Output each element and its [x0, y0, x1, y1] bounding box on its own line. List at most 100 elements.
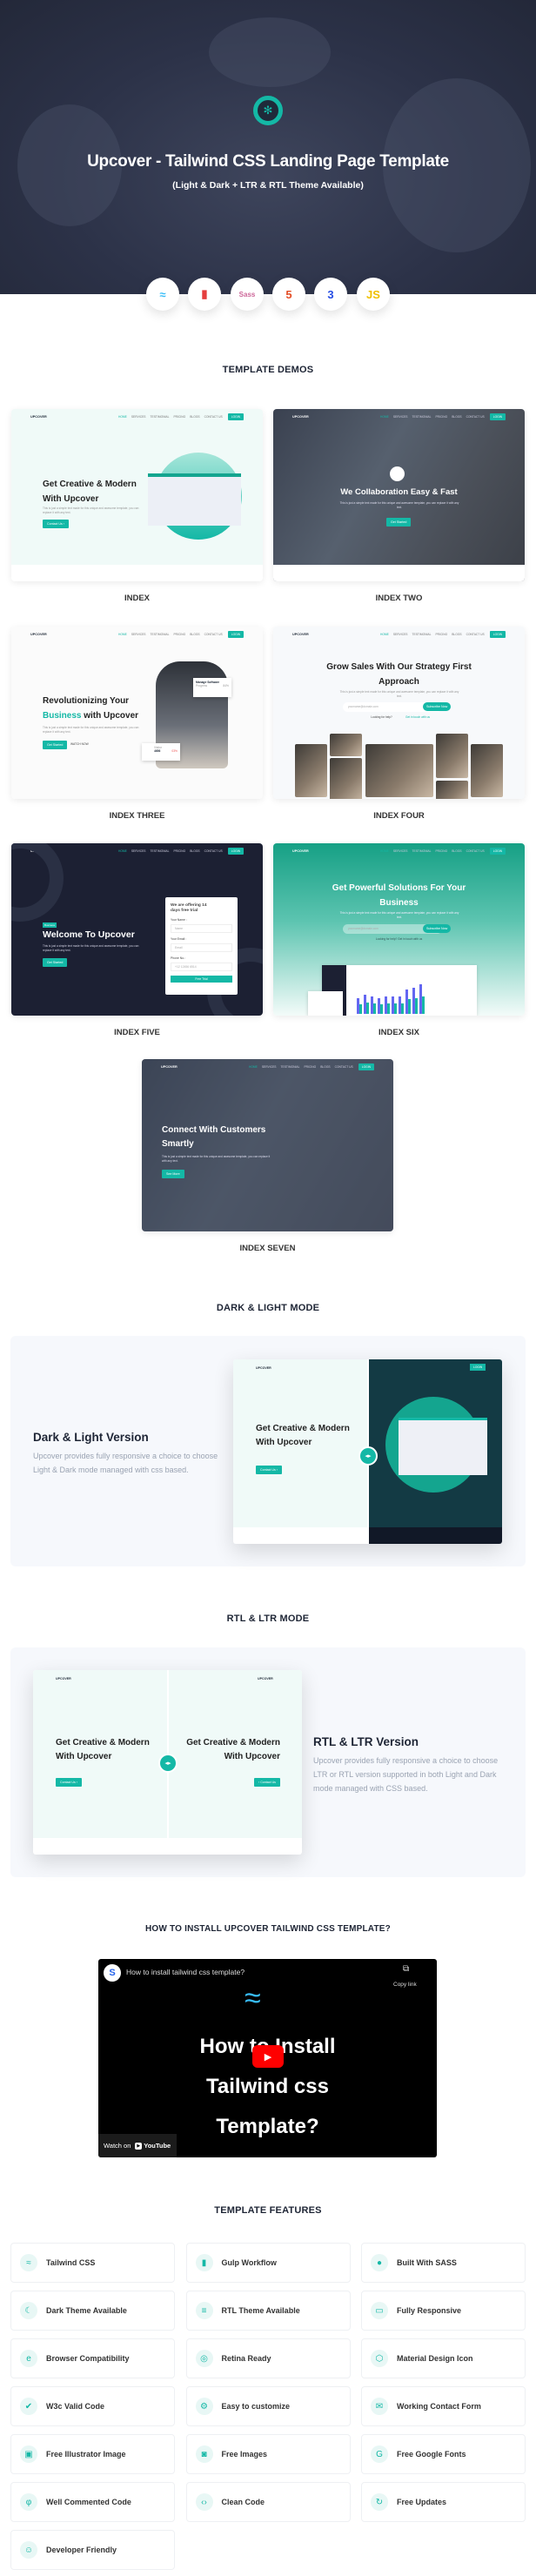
watch-on-label: Watch on: [104, 2142, 131, 2150]
css3-icon: 3: [314, 278, 347, 311]
mock-bar: [415, 998, 418, 1014]
rtl-ltr-preview: UPCOVER UPCOVER Get Creative & Modern Wi…: [33, 1670, 302, 1855]
image-file-icon: ▣: [20, 2445, 37, 2463]
form-input[interactable]: Email: [171, 943, 232, 953]
video-title[interactable]: How to install tailwind css template?: [126, 1968, 245, 1976]
card-pct: 84%: [223, 684, 229, 688]
mock-bar: [366, 1002, 369, 1014]
feature-label: Free Google Fonts: [397, 2450, 466, 2459]
mock-brand: UPCOVER: [30, 415, 47, 419]
mock-cta-button: Get Started: [386, 518, 412, 527]
mock-heading: Get Creative & Modern With Upcover: [256, 1424, 350, 1447]
gear-icon: ⚙: [195, 2398, 213, 2415]
heading-accent: Business: [43, 711, 82, 721]
rtl-ltr-title: RTL & LTR Version: [313, 1735, 419, 1748]
feature-label: Easy to customize: [221, 2402, 291, 2411]
demo-label[interactable]: INDEX FOUR: [273, 811, 525, 821]
mock-bar: [359, 1004, 362, 1014]
mock-nav-item: HOME: [117, 849, 127, 853]
watch-on-youtube-button[interactable]: Watch on ▶ YouTube: [98, 2134, 177, 2157]
demo-label[interactable]: INDEX FIVE: [11, 1028, 263, 1037]
dark-footer: [368, 1527, 502, 1544]
demo-label[interactable]: INDEX THREE: [11, 811, 263, 821]
compare-slider-handle[interactable]: ◂▸: [158, 1754, 178, 1773]
card-footer-strip: [273, 565, 525, 581]
demo-label[interactable]: INDEX SIX: [273, 1028, 525, 1037]
demo-card-1[interactable]: UPCOVER HOME SERVICES TESTIMONIAL PRICING BLO…: [11, 409, 263, 581]
mock-nav-item: SERVICES: [392, 849, 408, 853]
mock-nav: UPCOVER HOME SERVICES TESTIMONIAL PRICING BLO…: [11, 627, 263, 642]
mock-bar: [422, 996, 425, 1014]
mock-photo: [471, 744, 503, 797]
mock-nav-item: CONTACT US: [466, 415, 485, 419]
demo-card-5[interactable]: UPCOVER HOME SERVICES TESTIMONIAL PRICING BLO…: [11, 843, 263, 1016]
copy-icon[interactable]: ⧉: [403, 1964, 409, 1974]
form-label: Phone No.:: [171, 956, 185, 961]
eye-icon: ◎: [195, 2350, 213, 2367]
mock-heading: We Collaboration Easy & Fast: [340, 487, 458, 497]
copy-link-label[interactable]: Copy link: [393, 1982, 417, 1988]
mock-nav-item: SERVICES: [131, 849, 146, 853]
mock-nav-item: CONTACT US: [204, 415, 223, 419]
mock-nav-item: HOME: [117, 633, 127, 636]
mock-bar: [373, 1003, 376, 1014]
dark-light-description: Upcover provides fully responsive a choi…: [33, 1452, 218, 1474]
compare-slider-handle[interactable]: ◂▸: [358, 1446, 378, 1466]
form-title: We are offering 14 days free trial: [171, 903, 207, 914]
mock-nav-item: SERVICES: [131, 633, 146, 636]
form-label: Your Email :: [171, 937, 187, 942]
free-trial-button[interactable]: Free Trial: [171, 976, 232, 983]
mock-map-card: [308, 991, 343, 1016]
form-input[interactable]: +12 12456 6514: [171, 962, 232, 971]
refresh-icon: ↻: [371, 2493, 388, 2511]
mock-login: LOGIN: [470, 1364, 486, 1371]
mock-paragraph: This is just a simple text made for this…: [43, 944, 139, 953]
demo-label[interactable]: INDEX SEVEN: [142, 1244, 393, 1253]
mock-cta-button: Contact Us ›: [43, 520, 69, 528]
mock-photo: [365, 744, 433, 797]
dark-light-preview: UPCOVER LOGIN Get Creative & Modern With…: [233, 1359, 502, 1544]
channel-avatar-icon[interactable]: S: [104, 1964, 121, 1982]
mock-nav-item: HOME: [379, 415, 389, 419]
demo-label[interactable]: INDEX TWO: [273, 594, 525, 603]
google-icon: G: [371, 2445, 388, 2463]
feature-label: Retina Ready: [221, 2354, 271, 2363]
feature-label: Dark Theme Available: [46, 2306, 127, 2315]
mock-photo: [295, 744, 327, 797]
mock-bar: [401, 1003, 404, 1014]
feature-label: Gulp Workflow: [221, 2258, 277, 2267]
mock-paragraph: This is just a simple text made for this…: [339, 501, 459, 510]
mock-login-button: LOGIN: [358, 1063, 374, 1070]
tailwind-icon: ≈: [20, 2254, 37, 2271]
demo-label[interactable]: INDEX: [11, 594, 263, 603]
heading-rest: with Upcover: [84, 711, 139, 721]
browser-icon: e: [20, 2350, 37, 2367]
mock-login-button: LOGIN: [227, 413, 244, 420]
section-title-video: HOW TO INSTALL UPCOVER TAILWIND CSS TEMP…: [145, 1924, 391, 1934]
feature-card: ☺ Developer Friendly: [10, 2530, 175, 2570]
mock-nav-item: BLOGS: [190, 633, 200, 636]
mock-brand: UPCOVER: [30, 633, 47, 636]
play-button[interactable]: ▶: [252, 2045, 284, 2068]
demo-card-4[interactable]: UPCOVER HOME SERVICES TESTIMONIAL PRICING BLO…: [273, 627, 525, 799]
mock-nav-item: BLOGS: [320, 1065, 331, 1069]
form-input[interactable]: Name: [171, 923, 232, 934]
mock-cta-button: Get Started: [43, 741, 68, 749]
section-title-rtl-ltr: RTL & LTR MODE: [226, 1613, 310, 1624]
demo-card-6[interactable]: UPCOVER HOME SERVICES TESTIMONIAL PRICING BLO…: [273, 843, 525, 1016]
feature-label: Free Updates: [397, 2498, 447, 2506]
hero-banner: [0, 0, 536, 294]
demo-card-7[interactable]: UPCOVER HOME SERVICES TESTIMONIAL PRICING BLO…: [142, 1059, 393, 1231]
mock-nav-item: CONTACT US: [204, 849, 223, 853]
illustration-window: [148, 473, 241, 526]
mock-cta-button: See More: [162, 1170, 184, 1178]
mock-heading: Get Creative & Modern With Upcover: [43, 480, 137, 504]
mock-nav-item: TESTIMONIAL: [412, 849, 432, 853]
html5-icon: 5: [272, 278, 305, 311]
youtube-video-embed[interactable]: S How to install tailwind css template? …: [98, 1959, 437, 2157]
demo-card-2[interactable]: UPCOVER HOME SERVICES TESTIMONIAL PRICING BLO…: [273, 409, 525, 581]
demo-card-3[interactable]: UPCOVER HOME SERVICES TESTIMONIAL PRICING BLO…: [11, 627, 263, 799]
mock-nav-item: BLOGS: [452, 849, 462, 853]
mock-photo: [330, 758, 362, 799]
feature-card: ✉ Working Contact Form: [361, 2386, 526, 2426]
